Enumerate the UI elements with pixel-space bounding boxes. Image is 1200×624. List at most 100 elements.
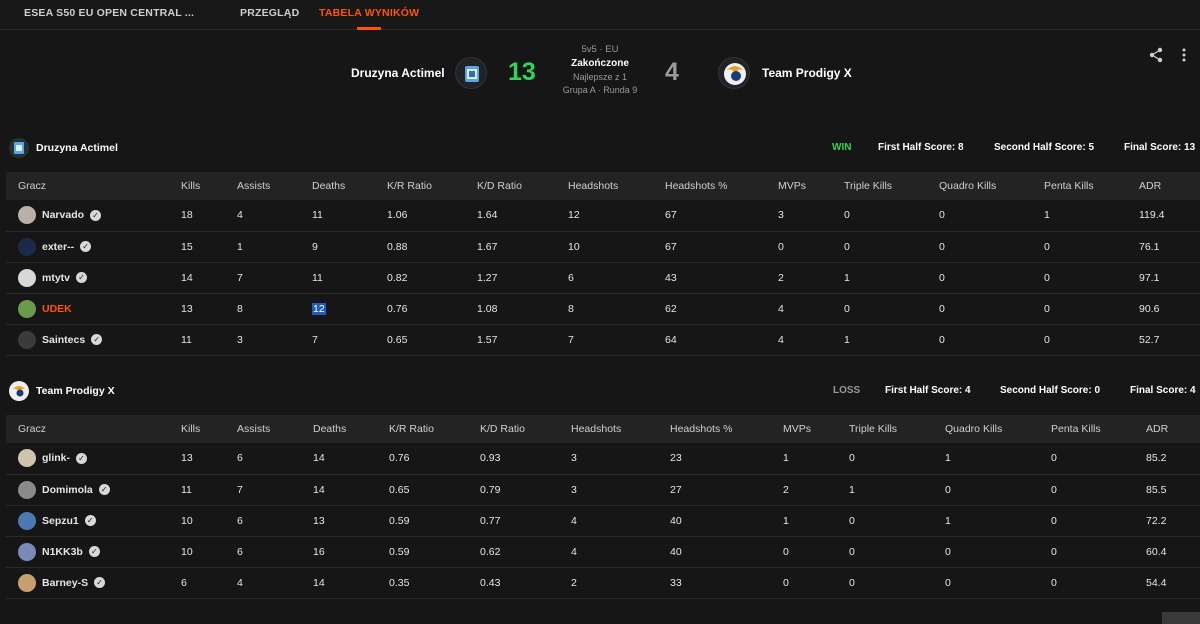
team2-stats-table: Gracz Kills Assists Deaths K/R Ratio K/D Rati…: [6, 415, 1200, 599]
avatar: [18, 480, 36, 499]
stat-kr: 0.82: [387, 262, 477, 294]
stat-value: 4: [778, 333, 784, 346]
player-link[interactable]: UDEK: [18, 299, 181, 318]
team1-col-6[interactable]: Headshots: [568, 172, 665, 200]
stat-triple: 0: [849, 443, 945, 475]
table-row: exter-- ✓ 15 1 9 0.88 1.67 10 67 0 0 0 0 76.1: [6, 231, 1200, 263]
team2-name[interactable]: Team Prodigy X: [762, 66, 852, 80]
team1-col-7[interactable]: Headshots %: [665, 172, 778, 200]
stat-value: 1: [945, 452, 951, 465]
stat-value: 1: [844, 271, 850, 284]
stat-value: 0: [783, 545, 789, 558]
team2-col-4[interactable]: K/R Ratio: [389, 415, 480, 443]
stat-deaths: 13: [313, 505, 389, 537]
stat-adr: 90.6: [1139, 293, 1200, 325]
stat-deaths: 14: [313, 474, 389, 506]
team2-col-7[interactable]: Headshots %: [670, 415, 783, 443]
team1-score: 13: [508, 58, 536, 86]
team1-col-10[interactable]: Quadro Kills: [939, 172, 1044, 200]
team1-col-4[interactable]: K/R Ratio: [387, 172, 477, 200]
team2-col-9[interactable]: Triple Kills: [849, 415, 945, 443]
player-cell: mtytv ✓: [6, 262, 181, 294]
stat-value: 0.79: [480, 483, 501, 496]
stat-value: 0: [939, 209, 945, 222]
more-vertical-icon[interactable]: [1176, 47, 1192, 63]
team1-logo[interactable]: [455, 57, 487, 89]
team2-col-5[interactable]: K/D Ratio: [480, 415, 571, 443]
stat-kd: 0.62: [480, 536, 571, 568]
player-link[interactable]: glink- ✓: [18, 449, 181, 468]
player-link[interactable]: Barney-S ✓: [18, 573, 181, 592]
stat-quadro: 0: [939, 262, 1044, 294]
stat-value: 0.65: [387, 333, 408, 346]
stat-deaths: 11: [312, 262, 387, 294]
team1-col-0[interactable]: Gracz: [6, 172, 181, 200]
player-link[interactable]: mtytv ✓: [18, 268, 181, 287]
stat-value: 0: [945, 483, 951, 496]
team2-col-2[interactable]: Assists: [237, 415, 313, 443]
scrollbar-thumb[interactable]: [1162, 612, 1200, 624]
team2-rows: glink- ✓ 13 6 14 0.76 0.93 3 23 1 0 1 0 85.2 Domimola ✓…: [6, 443, 1200, 599]
stat-triple: 0: [844, 293, 939, 325]
team1-col-3[interactable]: Deaths: [312, 172, 387, 200]
team2-second-half: Second Half Score: 0: [1000, 385, 1101, 396]
team1-col-12[interactable]: ADR: [1139, 172, 1200, 200]
stat-kr: 0.35: [389, 567, 480, 599]
stat-value: 0: [945, 545, 951, 558]
team2-col-0[interactable]: Gracz: [6, 415, 181, 443]
player-link[interactable]: Sepzu1 ✓: [18, 511, 181, 530]
stat-triple: 0: [844, 231, 939, 263]
player-name: Barney-S: [42, 576, 89, 589]
stat-kd: 1.27: [477, 262, 568, 294]
team2-col-11[interactable]: Penta Kills: [1051, 415, 1146, 443]
stat-penta: 0: [1051, 474, 1146, 506]
team1-col-9[interactable]: Triple Kills: [844, 172, 939, 200]
stat-value: 0: [1051, 545, 1057, 558]
stat-quadro: 0: [945, 474, 1051, 506]
team1-small-logo: [9, 138, 29, 158]
stat-value: 3: [571, 483, 577, 496]
player-link[interactable]: N1KK3b ✓: [18, 542, 181, 561]
team2-col-8[interactable]: MVPs: [783, 415, 849, 443]
stat-value: 0.43: [480, 576, 501, 589]
stat-kr: 0.59: [389, 536, 480, 568]
team1-col-5[interactable]: K/D Ratio: [477, 172, 568, 200]
team1-col-1[interactable]: Kills: [181, 172, 237, 200]
team2-col-1[interactable]: Kills: [181, 415, 237, 443]
stat-value: 6: [237, 545, 243, 558]
player-name: N1KK3b: [42, 545, 83, 558]
stat-mvps: 2: [778, 262, 844, 294]
team2-logo[interactable]: [718, 57, 750, 89]
stat-hsp: 67: [665, 231, 778, 263]
tab-scoreboard[interactable]: TABELA WYNIKÓW: [319, 7, 419, 19]
stat-value: 3: [237, 333, 243, 346]
team2-col-10[interactable]: Quadro Kills: [945, 415, 1051, 443]
stat-deaths: 9: [312, 231, 387, 263]
team1-col-2[interactable]: Assists: [237, 172, 312, 200]
player-cell: Barney-S ✓: [6, 567, 181, 599]
player-link[interactable]: exter-- ✓: [18, 237, 181, 256]
stat-kr: 0.65: [389, 474, 480, 506]
stat-value: 2: [571, 576, 577, 589]
stat-penta: 0: [1051, 505, 1146, 537]
team1-name[interactable]: Druzyna Actimel: [351, 66, 445, 80]
team1-col-8[interactable]: MVPs: [778, 172, 844, 200]
player-link[interactable]: Saintecs ✓: [18, 330, 181, 349]
player-link[interactable]: Narvado ✓: [18, 206, 181, 225]
stat-value: 10: [181, 514, 193, 527]
stat-hs: 2: [571, 567, 670, 599]
tab-tournament[interactable]: ESEA S50 EU OPEN CENTRAL ...: [24, 7, 194, 19]
team2-col-3[interactable]: Deaths: [313, 415, 389, 443]
team1-col-11[interactable]: Penta Kills: [1044, 172, 1139, 200]
share-icon[interactable]: [1148, 47, 1164, 63]
player-link[interactable]: Domimola ✓: [18, 480, 181, 499]
stat-value: 97.1: [1139, 271, 1160, 284]
stat-value: 12: [312, 302, 326, 315]
stat-adr: 72.2: [1146, 505, 1200, 537]
stat-value: 11: [312, 271, 323, 284]
team2-summary: Team Prodigy X LOSS First Half Score: 4 …: [0, 376, 1200, 406]
team2-col-12[interactable]: ADR: [1146, 415, 1200, 443]
stat-value: 0: [939, 333, 945, 346]
tab-overview[interactable]: PRZEGLĄD: [240, 7, 299, 19]
team2-col-6[interactable]: Headshots: [571, 415, 670, 443]
